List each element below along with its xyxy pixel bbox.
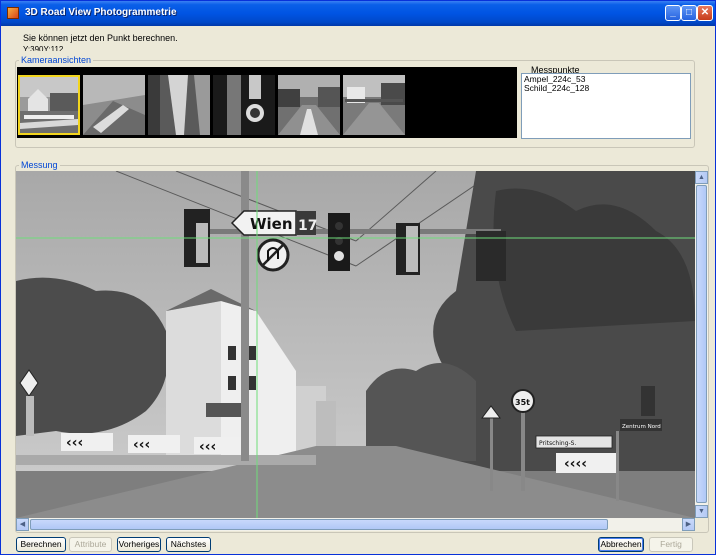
scroll-up-arrow-icon[interactable]: ▲	[695, 171, 708, 184]
sign-text: Wien	[250, 215, 293, 233]
coordinate-readout: Y:390Y:112	[23, 45, 64, 51]
camera-thumbnail-6[interactable]	[343, 75, 405, 135]
street-scene-image	[148, 75, 210, 135]
sign-number: 17	[298, 218, 317, 234]
direction-sign-text: Zentrum Nord	[622, 424, 661, 430]
list-item[interactable]: Schild_224c_128	[524, 84, 688, 93]
close-button[interactable]: ✕	[697, 5, 713, 21]
status-message: Sie können jetzt den Punkt berechnen.	[23, 33, 178, 43]
street-scene-image	[213, 75, 275, 135]
measurement-label: Messung	[19, 160, 60, 170]
vertical-scroll-thumb[interactable]	[696, 185, 707, 503]
minimize-icon: _	[670, 7, 676, 18]
svg-text:‹‹‹: ‹‹‹	[66, 435, 83, 451]
maximize-icon: □	[685, 7, 693, 18]
street-scene-image	[20, 77, 78, 133]
app-icon	[7, 7, 19, 19]
close-icon: ✕	[700, 7, 710, 18]
camera-thumbnail-4[interactable]	[213, 75, 275, 135]
title-bar[interactable]: 3D Road View Photogrammetrie _ □ ✕	[1, 1, 715, 26]
scroll-left-arrow-icon[interactable]: ◀	[16, 518, 29, 531]
street-scene-image	[83, 75, 145, 135]
fertig-button[interactable]: Fertig	[649, 537, 693, 552]
scroll-right-arrow-icon[interactable]: ▶	[682, 518, 695, 531]
svg-text:‹‹‹: ‹‹‹	[133, 437, 150, 453]
scroll-down-arrow-icon[interactable]: ▼	[695, 505, 708, 518]
abbrechen-button[interactable]: Abbrechen	[598, 537, 644, 552]
camera-thumbnail-3[interactable]	[148, 75, 210, 135]
horizontal-scroll-thumb[interactable]	[30, 519, 608, 530]
window-title: 3D Road View Photogrammetrie	[25, 7, 177, 18]
camera-views-label: Kameraansichten	[19, 55, 94, 65]
street-scene-image	[278, 75, 340, 135]
speed-sign-text: 35t	[515, 398, 530, 407]
svg-text:‹‹‹: ‹‹‹	[199, 439, 216, 455]
street-photo: ‹‹‹ ‹‹‹ ‹‹‹ ‹‹‹‹ Wien 17 35t Pritsching-…	[16, 171, 695, 518]
minimize-button[interactable]: _	[665, 5, 681, 21]
horizontal-scrollbar[interactable]: ◀ ▶	[16, 518, 695, 531]
attribute-button[interactable]: Attribute	[69, 537, 112, 552]
street-scene-image	[343, 75, 405, 135]
vertical-scrollbar[interactable]: ▲ ▼	[695, 171, 708, 518]
measurement-points-list[interactable]: Ampel_224c_53 Schild_224c_128	[521, 73, 691, 139]
camera-thumbnail-strip	[17, 67, 517, 138]
main-window: 3D Road View Photogrammetrie _ □ ✕ Sie k…	[0, 0, 716, 555]
maximize-button[interactable]: □	[681, 5, 697, 21]
berechnen-button[interactable]: Berechnen	[16, 537, 66, 552]
camera-thumbnail-1[interactable]	[18, 75, 80, 135]
street-sign-text: Pritsching-S.	[539, 440, 576, 447]
naechstes-button[interactable]: Nächstes	[166, 537, 211, 552]
camera-thumbnail-2[interactable]	[83, 75, 145, 135]
svg-text:‹‹‹‹: ‹‹‹‹	[564, 456, 587, 472]
vorheriges-button[interactable]: Vorheriges	[117, 537, 161, 552]
measurement-image-view[interactable]: ‹‹‹ ‹‹‹ ‹‹‹ ‹‹‹‹ Wien 17 35t Pritsching-…	[16, 171, 695, 518]
wien-direction-sign: Wien 17	[230, 210, 317, 236]
camera-thumbnail-5[interactable]	[278, 75, 340, 135]
